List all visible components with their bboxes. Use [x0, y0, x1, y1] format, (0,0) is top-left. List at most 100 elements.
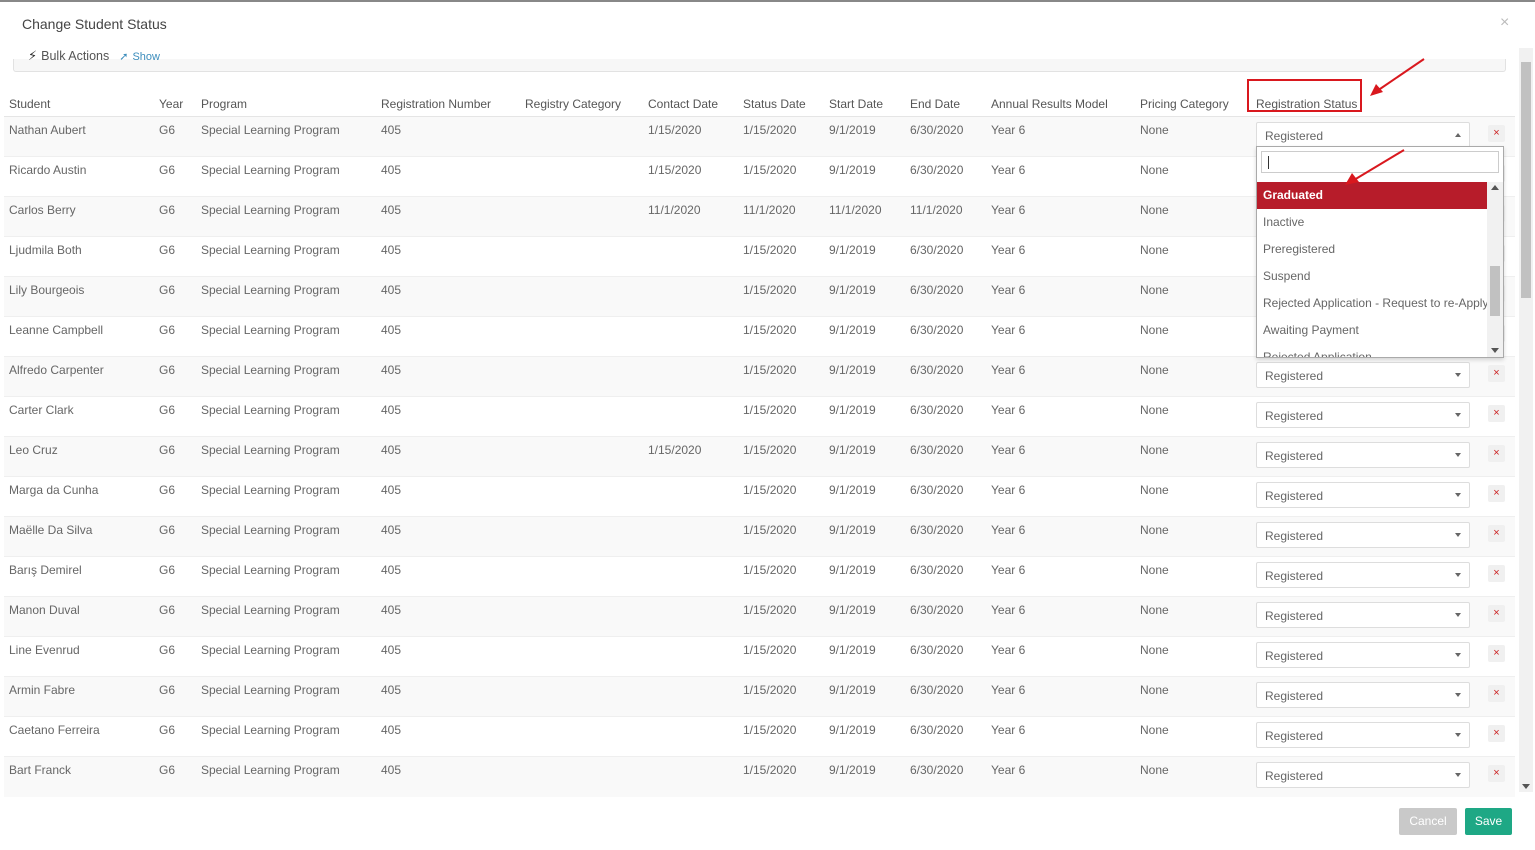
remove-row-icon[interactable]: × — [1488, 725, 1505, 742]
remove-row-icon[interactable]: × — [1488, 525, 1505, 542]
show-link[interactable]: ➚ Show — [119, 50, 160, 63]
student-name: Caetano Ferreira — [9, 723, 100, 737]
table-row: Armin Fabre G6 Special Learning Program 405… — [4, 676, 1515, 717]
student-name: Carlos Berry — [9, 203, 76, 217]
registration-status-select[interactable]: Registered — [1256, 122, 1470, 148]
pricing-category-cell: None — [1140, 163, 1169, 177]
registration-status-cell: Registered — [1251, 677, 1483, 717]
remove-row-icon[interactable]: × — [1488, 605, 1505, 622]
contact-date-cell: 1/15/2020 — [648, 163, 702, 177]
contact-date-cell — [643, 517, 738, 557]
registry-category-cell — [520, 717, 643, 757]
remove-row-icon[interactable]: × — [1488, 365, 1505, 382]
registration-number-cell: 405 — [381, 403, 402, 417]
registration-status-select[interactable]: Registered — [1256, 522, 1470, 548]
column-header: Status Date — [738, 86, 824, 117]
dropdown-option[interactable]: Inactive — [1257, 209, 1488, 236]
student-name: Maëlle Da Silva — [9, 523, 93, 537]
delete-cell: × — [1483, 557, 1515, 597]
start-date-cell: 9/1/2019 — [829, 363, 876, 377]
program-cell: Special Learning Program — [201, 563, 340, 577]
page-scrollbar[interactable] — [1519, 48, 1533, 792]
page-scroll-down-icon[interactable] — [1522, 784, 1530, 789]
remove-row-icon[interactable]: × — [1488, 445, 1505, 462]
contact-date-cell — [643, 557, 738, 597]
dropdown-option[interactable]: Preregistered — [1257, 236, 1488, 263]
cancel-button[interactable]: Cancel — [1399, 808, 1457, 835]
registration-status-select[interactable]: Registered — [1256, 682, 1470, 708]
registration-status-select[interactable]: Registered — [1256, 402, 1470, 428]
registration-number-cell: 405 — [381, 363, 402, 377]
start-date-cell: 9/1/2019 — [829, 243, 876, 257]
chevron-down-icon — [1455, 493, 1461, 497]
registration-status-select[interactable]: Registered — [1256, 362, 1470, 388]
program-cell: Special Learning Program — [201, 523, 340, 537]
remove-row-icon[interactable]: × — [1488, 645, 1505, 662]
registration-status-cell: Registered — [1251, 477, 1483, 517]
year-cell: G6 — [159, 123, 176, 137]
dropdown-option[interactable]: Awaiting Payment — [1257, 317, 1488, 344]
registration-number-cell: 405 — [381, 643, 402, 657]
select-value: Registered — [1265, 369, 1324, 383]
end-date-cell: 6/30/2020 — [910, 443, 964, 457]
end-date-cell: 6/30/2020 — [910, 643, 964, 657]
pricing-category-cell: None — [1140, 203, 1169, 217]
registration-status-select[interactable]: Registered — [1256, 602, 1470, 628]
contact-date-cell — [643, 237, 738, 277]
results-model-cell: Year 6 — [991, 683, 1026, 697]
contact-date-cell — [643, 597, 738, 637]
remove-row-icon[interactable]: × — [1488, 485, 1505, 502]
registration-number-cell: 405 — [381, 323, 402, 337]
registration-status-select[interactable]: Registered — [1256, 482, 1470, 508]
close-icon[interactable]: × — [1500, 14, 1509, 32]
contact-date-cell: 1/15/2020 — [648, 443, 702, 457]
start-date-cell: 9/1/2019 — [829, 523, 876, 537]
contact-date-cell: 11/1/2020 — [648, 203, 701, 217]
registration-status-select[interactable]: Registered — [1256, 642, 1470, 668]
column-header: Contact Date — [643, 86, 738, 117]
registration-status-select[interactable]: Registered — [1256, 562, 1470, 588]
dropdown-option[interactable]: Rejected Application - Request to re-App… — [1257, 290, 1488, 317]
table-row: Caetano Ferreira G6 Special Learning Progr… — [4, 716, 1515, 757]
registration-status-select[interactable]: Registered — [1256, 442, 1470, 468]
scroll-down-icon[interactable] — [1491, 348, 1499, 353]
program-cell: Special Learning Program — [201, 243, 340, 257]
registration-status-select[interactable]: Registered — [1256, 722, 1470, 748]
results-model-cell: Year 6 — [991, 723, 1026, 737]
registration-number-cell: 405 — [381, 563, 402, 577]
dropdown-option[interactable]: Suspend — [1257, 263, 1488, 290]
scroll-up-icon[interactable] — [1491, 185, 1499, 190]
contact-date-cell — [643, 677, 738, 717]
table-row: Marga da Cunha G6 Special Learning Program… — [4, 476, 1515, 517]
contact-date-cell — [643, 357, 738, 397]
remove-row-icon[interactable]: × — [1488, 765, 1505, 782]
results-model-cell: Year 6 — [991, 443, 1026, 457]
results-model-cell: Year 6 — [991, 363, 1026, 377]
registration-number-cell: 405 — [381, 123, 402, 137]
remove-row-icon[interactable]: × — [1488, 565, 1505, 582]
program-cell: Special Learning Program — [201, 123, 340, 137]
text-cursor — [1268, 156, 1269, 169]
page-scroll-thumb[interactable] — [1521, 62, 1531, 298]
delete-cell: × — [1483, 637, 1515, 677]
remove-row-icon[interactable]: × — [1488, 125, 1505, 142]
pricing-category-cell: None — [1140, 123, 1169, 137]
bulk-actions[interactable]: ⚡︎ Bulk Actions ➚ Show — [28, 48, 160, 64]
remove-row-icon[interactable]: × — [1488, 685, 1505, 702]
results-model-cell: Year 6 — [991, 563, 1026, 577]
registry-category-cell — [520, 477, 643, 517]
remove-row-icon[interactable]: × — [1488, 405, 1505, 422]
program-cell: Special Learning Program — [201, 643, 340, 657]
registration-status-cell: Registered — [1251, 557, 1483, 597]
registration-status-select[interactable]: Registered — [1256, 762, 1470, 788]
registry-category-cell — [520, 237, 643, 277]
student-name: Marga da Cunha — [9, 483, 99, 497]
year-cell: G6 — [159, 483, 176, 497]
save-button[interactable]: Save — [1465, 808, 1512, 835]
student-name: Alfredo Carpenter — [9, 363, 104, 377]
dropdown-option[interactable]: Rejected Application — [1257, 344, 1488, 357]
dropdown-scrollbar[interactable] — [1487, 182, 1503, 357]
scroll-thumb[interactable] — [1490, 266, 1500, 316]
year-cell: G6 — [159, 403, 176, 417]
start-date-cell: 11/1/2020 — [829, 203, 882, 217]
